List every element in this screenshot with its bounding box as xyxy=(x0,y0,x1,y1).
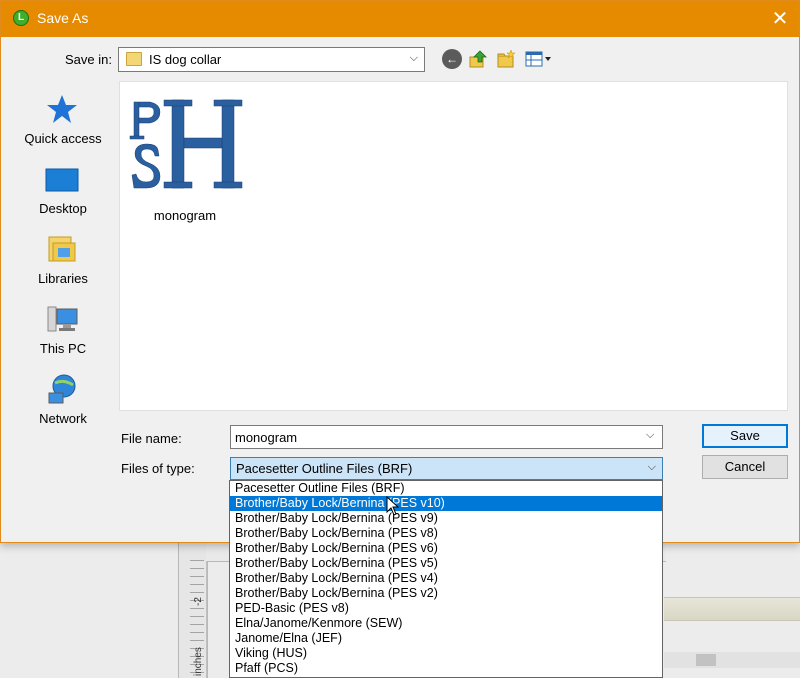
save-in-dropdown[interactable]: IS dog collar ⌵ xyxy=(118,47,425,72)
file-type-option[interactable]: Brother/Baby Lock/Bernina (PES v4) xyxy=(230,571,662,586)
ruler-tick-label: -2 xyxy=(193,597,204,606)
place-label: Quick access xyxy=(24,131,102,146)
ruler-units-label: inches xyxy=(193,647,204,676)
file-type-value: Pacesetter Outline Files (BRF) xyxy=(236,461,413,476)
background-scroll-bar xyxy=(664,597,800,621)
file-type-option[interactable]: Brother/Baby Lock/Bernina (PES v9) xyxy=(230,511,662,526)
chevron-down-icon[interactable]: ⌵ xyxy=(410,52,418,65)
save-as-dialog: L Save As ✕ Save in: IS dog collar ⌵ ← Q… xyxy=(0,0,800,543)
star-icon xyxy=(47,95,77,123)
canvas-edge xyxy=(206,561,207,678)
up-folder-icon[interactable] xyxy=(468,49,488,69)
file-list[interactable]: monogram xyxy=(119,81,788,411)
chevron-down-icon[interactable]: ⌵ xyxy=(648,461,656,474)
desktop-icon xyxy=(45,168,79,192)
places-bar: Quick access Desktop Libraries This PC N… xyxy=(10,83,116,426)
file-type-option[interactable]: Brother/Baby Lock/Bernina (PES v8) xyxy=(230,526,662,541)
place-quick-access[interactable]: Quick access xyxy=(10,87,116,155)
file-type-option[interactable]: Viking (HUS) xyxy=(230,646,662,661)
cancel-button[interactable]: Cancel xyxy=(702,455,788,479)
file-name-label: monogram xyxy=(153,208,217,223)
back-icon[interactable]: ← xyxy=(442,49,462,69)
app-logo-icon: L xyxy=(13,10,29,26)
file-type-option[interactable]: Elna/Janome/Kenmore (SEW) xyxy=(230,616,662,631)
network-icon xyxy=(48,374,76,404)
save-in-value: IS dog collar xyxy=(149,52,222,67)
place-label: Network xyxy=(39,411,87,426)
save-in-label: Save in: xyxy=(65,52,112,67)
place-network[interactable]: Network xyxy=(10,367,116,435)
save-button[interactable]: Save xyxy=(702,424,788,448)
file-type-dropdown-list[interactable]: Pacesetter Outline Files (BRF) Brother/B… xyxy=(229,480,663,678)
place-label: Desktop xyxy=(39,201,87,216)
chevron-down-icon[interactable]: ⌵ xyxy=(646,429,654,442)
place-libraries[interactable]: Libraries xyxy=(10,227,116,295)
computer-icon xyxy=(47,306,78,332)
folder-icon xyxy=(126,52,142,66)
file-type-option[interactable]: Brother/Baby Lock/Bernina (PES v2) xyxy=(230,586,662,601)
window-title: Save As xyxy=(37,10,89,26)
view-menu-icon[interactable] xyxy=(524,49,552,69)
close-button[interactable]: ✕ xyxy=(761,1,799,37)
new-folder-icon[interactable] xyxy=(496,49,516,69)
file-type-option-highlighted[interactable]: Brother/Baby Lock/Bernina (PES v10) xyxy=(230,496,662,511)
file-type-option[interactable]: PED-Basic (PES v8) xyxy=(230,601,662,616)
file-type-option[interactable]: Pfaff (PCS) xyxy=(230,661,662,676)
background-scroll-thumb[interactable] xyxy=(696,654,716,666)
file-type-select[interactable]: Pacesetter Outline Files (BRF) ⌵ xyxy=(230,457,663,480)
file-type-option[interactable]: Janome/Elna (JEF) xyxy=(230,631,662,646)
place-this-pc[interactable]: This PC xyxy=(10,297,116,365)
place-desktop[interactable]: Desktop xyxy=(10,157,116,225)
place-label: Libraries xyxy=(38,271,88,286)
file-name-input[interactable] xyxy=(230,425,663,449)
monogram-thumbnail xyxy=(129,99,243,189)
file-type-option[interactable]: Brother/Baby Lock/Bernina (PES v5) xyxy=(230,556,662,571)
title-bar[interactable]: L Save As ✕ xyxy=(1,1,799,37)
libraries-icon xyxy=(48,236,76,262)
mouse-cursor-icon xyxy=(386,496,400,516)
background-horizontal-scrollbar[interactable] xyxy=(664,652,800,668)
place-label: This PC xyxy=(39,341,87,356)
file-type-label: Files of type: xyxy=(121,461,195,476)
file-name-label: File name: xyxy=(121,431,182,446)
file-type-option[interactable]: Brother/Baby Lock/Bernina (PES v6) xyxy=(230,541,662,556)
file-type-option[interactable]: Pacesetter Outline Files (BRF) xyxy=(230,481,662,496)
